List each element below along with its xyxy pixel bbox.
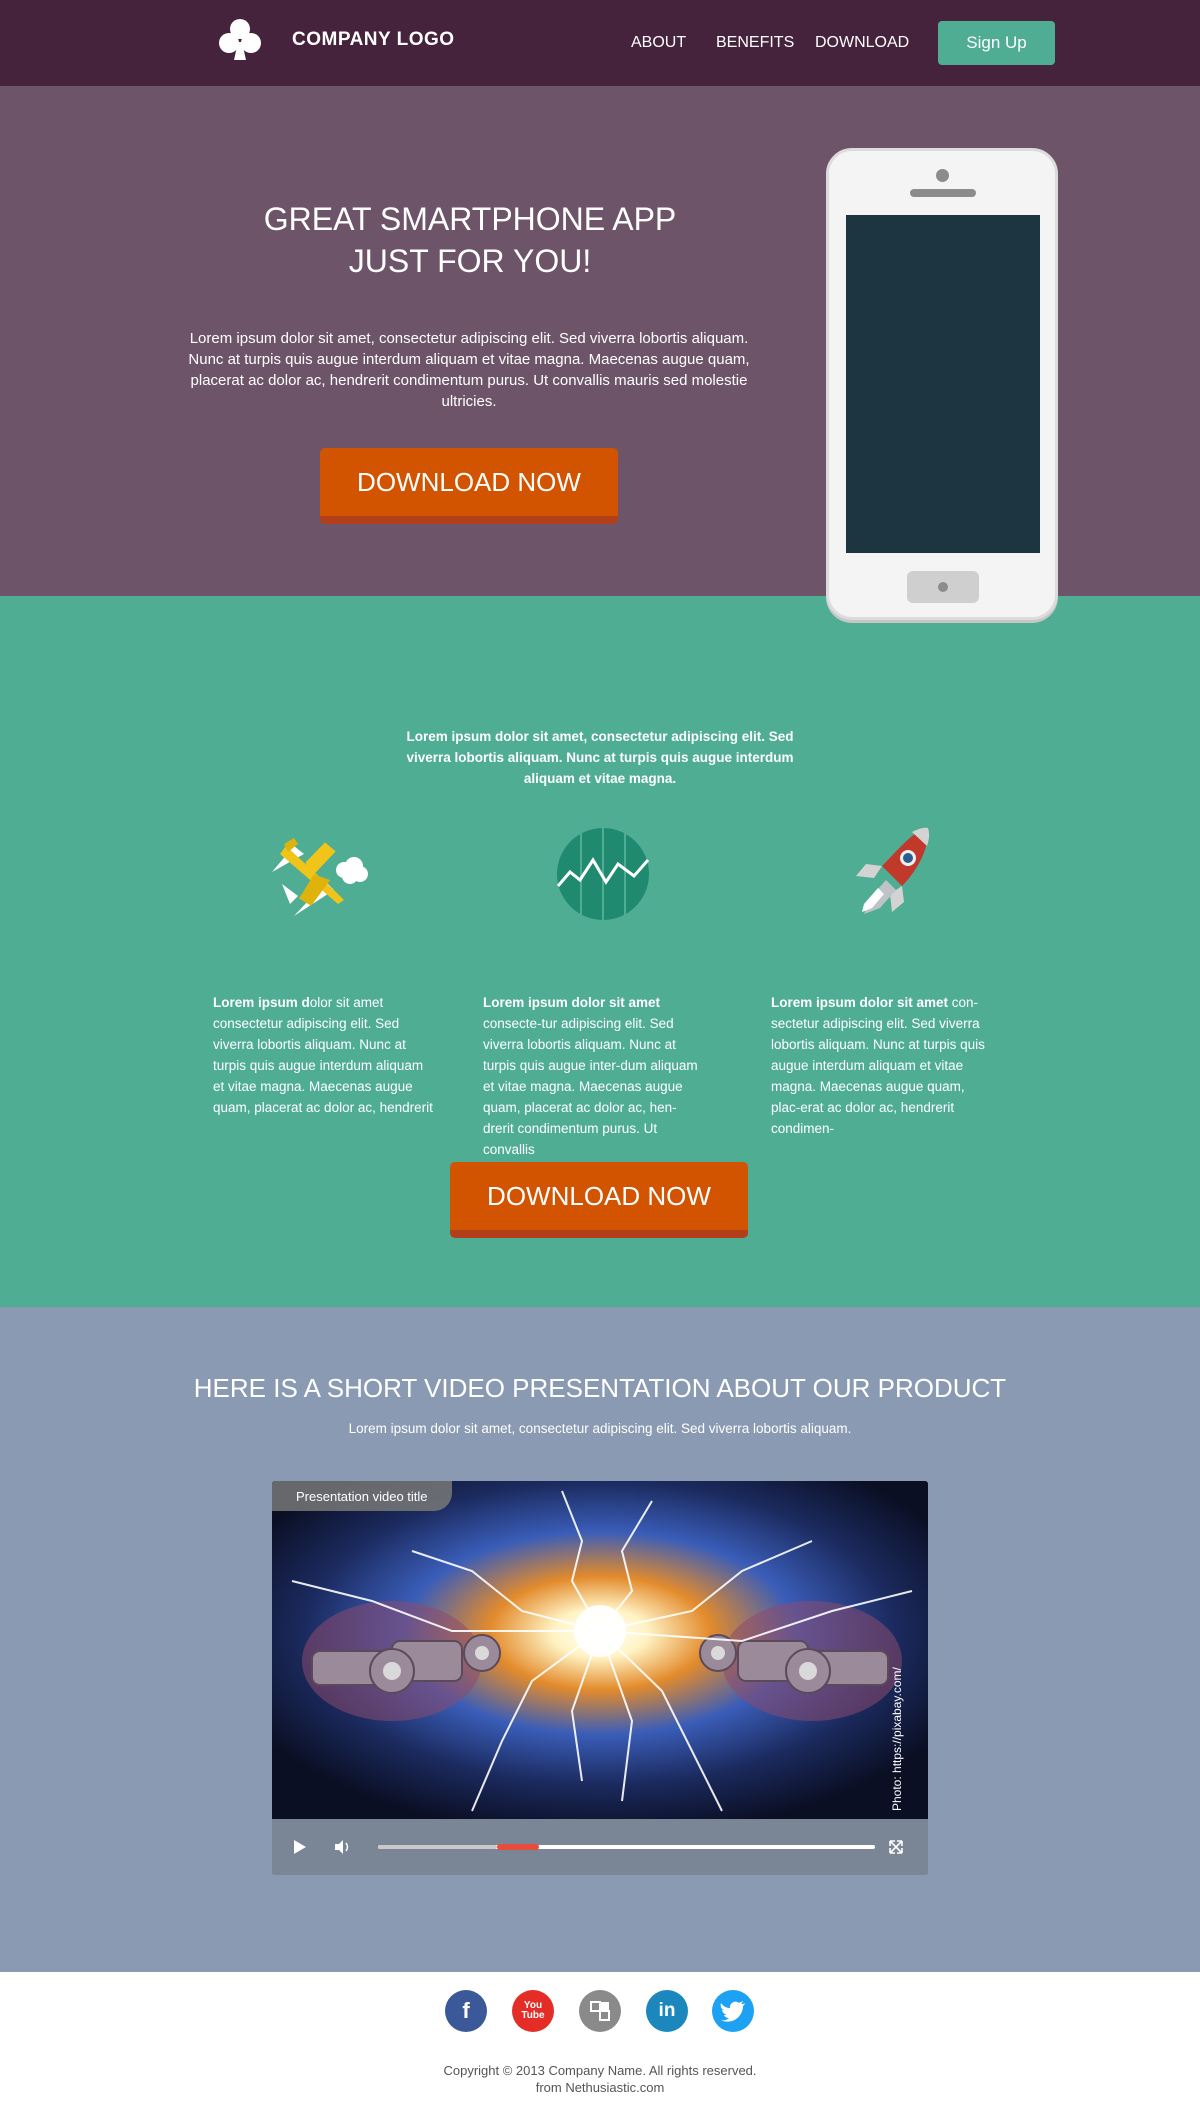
phone-speaker (910, 189, 976, 197)
video-progress-bar[interactable] (378, 1844, 875, 1850)
video-progress-played (378, 1845, 498, 1849)
hero-description: Lorem ipsum dolor sit amet, consectetur … (188, 330, 750, 410)
feature-column-2: Lorem ipsum dolor sit amet consecte-tur … (483, 992, 707, 1160)
facebook-icon[interactable]: f (445, 1990, 487, 2032)
twitter-bird-glyph (720, 2001, 745, 2022)
feature-2-text: consecte-tur adipiscing elit. Sed viverr… (483, 1016, 698, 1157)
phone-camera (936, 169, 949, 182)
feature-column-3: Lorem ipsum dolor sit amet con-sectetur … (771, 992, 995, 1139)
features-download-button[interactable]: DOWNLOAD NOW (450, 1162, 748, 1238)
airplane-icon (272, 838, 368, 916)
nav-download[interactable]: DOWNLOAD (815, 34, 909, 52)
play-icon[interactable] (294, 1840, 306, 1854)
nav-about[interactable]: ABOUT (631, 34, 686, 52)
video-section-subtitle: Lorem ipsum dolor sit amet, consectetur … (348, 1421, 852, 1436)
site-header: COMPANY LOGO ABOUT BENEFITS DOWNLOAD Sig… (0, 0, 1200, 86)
video-section-title: HERE IS A SHORT VIDEO PRESENTATION ABOUT… (193, 1373, 1007, 1403)
feature-3-text: con-sectetur adipiscing elit. Sed viverr… (771, 995, 985, 1136)
site-footer: f You Tube in Copyright © 2013 Company N… (0, 1972, 1200, 2110)
photo-credit: Photo: https://pixabay.com/ (890, 1667, 904, 1811)
video-progress-handle[interactable] (497, 1844, 540, 1850)
phone-home-dot (938, 582, 948, 592)
twitter-icon[interactable] (712, 1990, 754, 2032)
features-section: Lorem ipsum dolor sit amet, consectetur … (0, 596, 1200, 1307)
sign-up-button[interactable]: Sign Up (938, 21, 1055, 65)
feature-1-bold: Lorem ipsum d (213, 995, 310, 1010)
feature-3-bold: Lorem ipsum dolor sit amet (771, 995, 949, 1010)
video-thumbnail[interactable] (272, 1481, 928, 1819)
video-title-tab: Presentation video title (272, 1481, 452, 1511)
youtube-icon[interactable]: You Tube (512, 1990, 554, 2032)
linkedin-icon[interactable]: in (646, 1990, 688, 2032)
fullscreen-icon[interactable] (886, 1837, 906, 1857)
copyright-text: Copyright © 2013 Company Name. All right… (443, 2063, 757, 2078)
nav-benefits[interactable]: BENEFITS (716, 34, 794, 52)
feature-1-text: olor sit amet consectetur adipiscing eli… (213, 995, 433, 1115)
features-intro: Lorem ipsum dolor sit amet, consectetur … (406, 729, 794, 786)
feature-2-bold: Lorem ipsum dolor sit amet (483, 995, 661, 1010)
delicious-glyph (590, 2001, 610, 2021)
volume-icon[interactable] (332, 1837, 352, 1857)
hero-title-line-1: GREAT SMARTPHONE APP (263, 201, 677, 237)
hero-title-line-2: JUST FOR YOU! (348, 243, 592, 279)
logo-text: COMPANY LOGO (292, 29, 455, 50)
smartphone-illustration (826, 148, 1058, 620)
club-icon (219, 19, 261, 60)
hero-title: GREAT SMARTPHONE APP JUST FOR YOU! (180, 198, 760, 282)
phone-screen (846, 215, 1040, 553)
footer-credit: from Nethusiastic.com (535, 2080, 665, 2095)
video-section: HERE IS A SHORT VIDEO PRESENTATION ABOUT… (0, 1307, 1200, 1972)
feature-column-1: Lorem ipsum dolor sit amet consectetur a… (213, 992, 437, 1118)
delicious-icon[interactable] (579, 1990, 621, 2032)
rocket-icon (856, 827, 930, 914)
company-logo[interactable]: COMPANY LOGO (214, 14, 455, 66)
chart-icon (556, 828, 650, 920)
hero-download-button[interactable]: DOWNLOAD NOW (320, 448, 618, 524)
video-player[interactable]: Presentation video title Photo: https://… (272, 1481, 928, 1875)
phone-home-button (907, 571, 979, 603)
video-controls (272, 1819, 928, 1875)
